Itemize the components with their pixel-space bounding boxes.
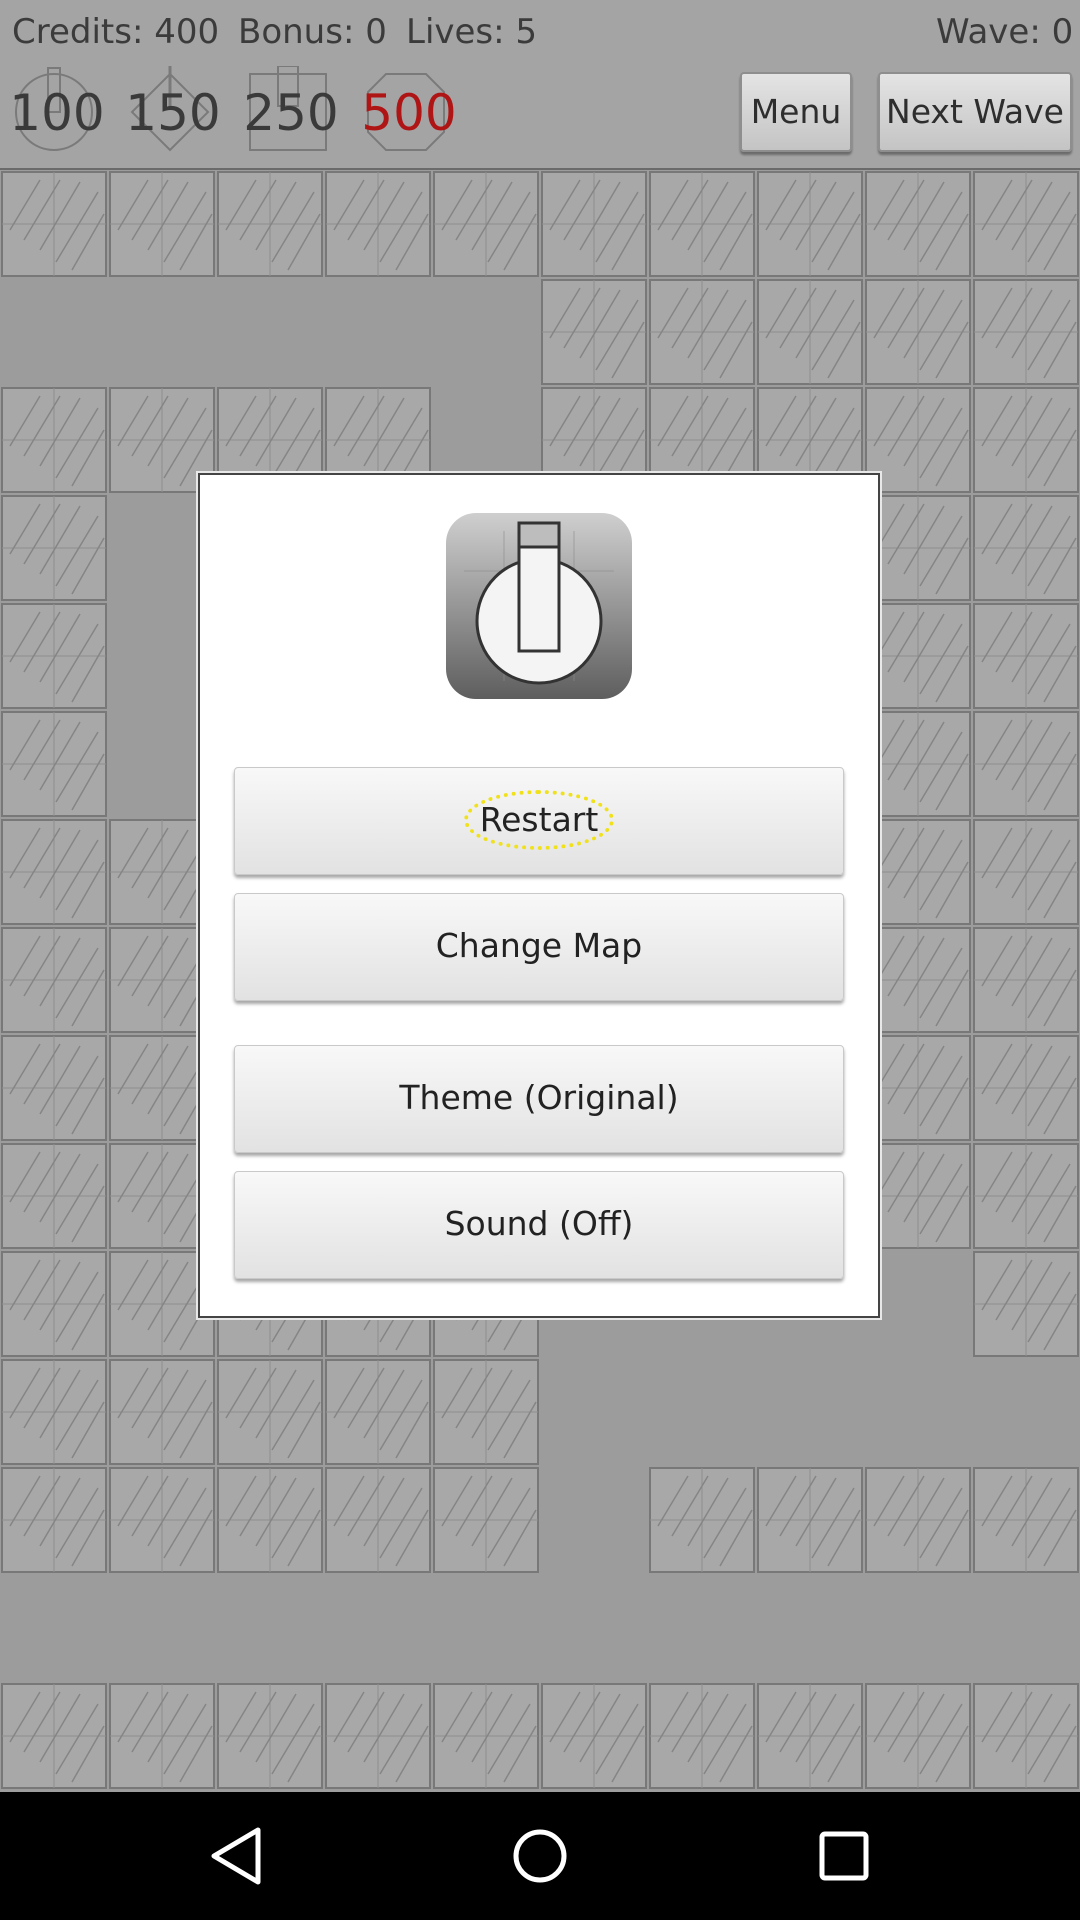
bonus-readout: Bonus: 0 xyxy=(238,12,387,52)
tower-slot-gun[interactable]: 100 xyxy=(8,66,105,158)
menu-button[interactable]: Menu xyxy=(740,72,852,152)
lives-readout: Lives: 5 xyxy=(406,12,538,52)
system-nav-bar xyxy=(0,1792,1080,1920)
tower-slot-cannon[interactable]: 250 xyxy=(242,65,339,158)
tower-cost: 150 xyxy=(125,84,221,142)
tower-cost: 500 xyxy=(361,84,457,142)
theme-button[interactable]: Theme (Original) xyxy=(234,1045,844,1153)
credits-readout: Credits: 400 xyxy=(12,12,220,52)
tower-slot-round[interactable]: 500 xyxy=(360,66,457,158)
recents-icon[interactable] xyxy=(804,1816,884,1896)
change-map-button[interactable]: Change Map xyxy=(234,893,844,1001)
restart-label: Restart xyxy=(463,790,615,850)
home-icon[interactable] xyxy=(500,1816,580,1896)
restart-button[interactable]: Restart xyxy=(234,767,844,875)
game-hud: Credits: 400 Bonus: 0 Lives: 5 Wave: 0 1… xyxy=(0,0,1080,170)
wave-readout: Wave: 0 xyxy=(936,12,1074,52)
back-icon[interactable] xyxy=(196,1816,276,1896)
tower-power-icon xyxy=(446,513,632,699)
tower-cost: 100 xyxy=(9,84,105,142)
tower-slot-diamond[interactable]: 150 xyxy=(124,66,221,158)
menu-dialog: Restart Change Map Theme (Original) Soun… xyxy=(198,473,880,1318)
tower-cost: 250 xyxy=(243,84,339,142)
sound-button[interactable]: Sound (Off) xyxy=(234,1171,844,1279)
next-wave-button[interactable]: Next Wave xyxy=(878,72,1072,152)
